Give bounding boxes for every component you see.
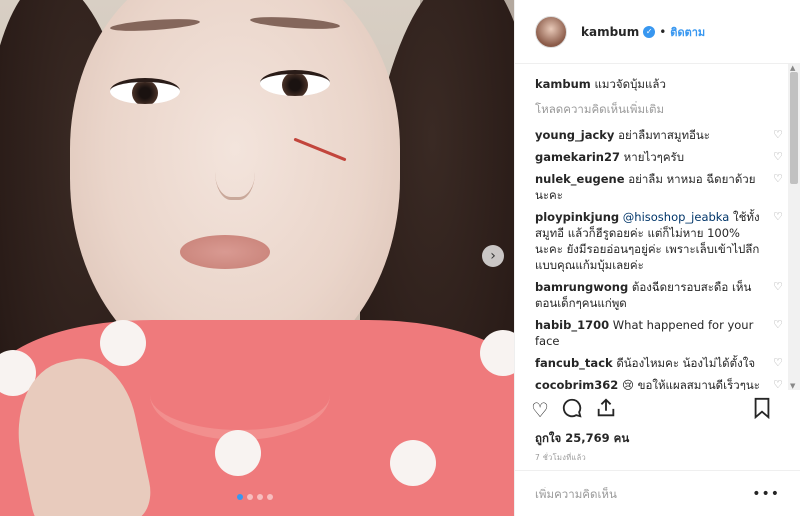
comment-item: gamekarin27 หายไวๆครับ ♡ <box>535 149 789 165</box>
add-comment-bar: ••• <box>515 470 800 516</box>
post-side-panel: kambum ✓ • ติดตาม kambum แมวจัดบุ้มแล้ว … <box>514 0 800 516</box>
crying-emoji-icon: 😢 <box>621 378 634 390</box>
photo-eye-right <box>260 70 330 96</box>
post-header: kambum ✓ • ติดตาม <box>515 0 800 64</box>
comment-text: อย่าลืมทาสมูทอีนะ <box>618 128 710 142</box>
comment-username[interactable]: nulek_eugene <box>535 172 625 186</box>
carousel-dot <box>257 494 263 500</box>
comment-icon[interactable] <box>561 397 583 424</box>
header-username[interactable]: kambum <box>581 25 639 39</box>
post-caption: kambum แมวจัดบุ้มแล้ว <box>535 76 789 93</box>
comments-list[interactable]: kambum แมวจัดบุ้มแล้ว โหลดความคิดเห็นเพิ… <box>515 64 789 390</box>
comment-item: nulek_eugene อย่าลืม หาหมอ ฉีดยาด้วยนะคะ… <box>535 171 789 203</box>
post-actions: ♡ <box>531 396 784 424</box>
post-photo: › <box>0 0 514 516</box>
comment-item: ploypinkjung @hisoshop_jeabka ใช้ทั้งสมู… <box>535 209 789 273</box>
heart-outline-icon[interactable]: ♡ <box>773 357 785 369</box>
heart-outline-icon[interactable]: ♡ <box>773 151 785 163</box>
comment-text: ดีน้องไหมคะ น้องไม่ได้ตั้งใจ <box>616 356 756 370</box>
heart-outline-icon[interactable]: ♡ <box>773 129 785 141</box>
photo-shirt-dot <box>215 430 261 476</box>
heart-outline-icon[interactable]: ♡ <box>773 281 785 293</box>
more-options-icon[interactable]: ••• <box>752 486 780 502</box>
like-heart-icon[interactable]: ♡ <box>531 398 549 422</box>
comment-item: young_jacky อย่าลืมทาสมูทอีนะ ♡ <box>535 127 789 143</box>
add-comment-input[interactable] <box>535 486 753 501</box>
comment-text: หายไวๆครับ <box>623 150 685 164</box>
comment-username[interactable]: cocobrim362 <box>535 378 618 390</box>
carousel-dot-active <box>237 494 243 500</box>
caption-text: แมวจัดบุ้มแล้ว <box>594 77 666 91</box>
photo-shirt-dot <box>100 320 146 366</box>
photo-collar <box>150 350 330 440</box>
heart-outline-icon[interactable]: ♡ <box>773 211 785 223</box>
share-icon[interactable] <box>595 397 617 424</box>
comment-username[interactable]: young_jacky <box>535 128 614 142</box>
photo-shirt-dot <box>390 440 436 486</box>
post-timestamp: 7 ชั่วโมงที่แล้ว <box>535 453 586 462</box>
comment-username[interactable]: ploypinkjung <box>535 210 619 224</box>
heart-outline-icon[interactable]: ♡ <box>773 379 785 391</box>
photo-eye-left <box>110 78 180 104</box>
photo-lips <box>180 235 270 269</box>
carousel-dot <box>267 494 273 500</box>
comment-mention-link[interactable]: @hisoshop_jeabka <box>623 210 730 224</box>
bookmark-icon[interactable] <box>752 397 772 424</box>
comment-username[interactable]: fancub_tack <box>535 356 613 370</box>
carousel-dot <box>247 494 253 500</box>
heart-outline-icon[interactable]: ♡ <box>773 319 785 331</box>
verified-badge-icon: ✓ <box>643 25 656 38</box>
caption-username[interactable]: kambum <box>535 77 591 91</box>
scrollbar-thumb[interactable] <box>790 72 798 184</box>
load-more-comments-link[interactable]: โหลดความคิดเห็นเพิ่มเติม <box>535 101 789 119</box>
comment-item: cocobrim362 😢 ขอให้แผลสมานดีเร็วๆนะคะคนส… <box>535 377 789 390</box>
likes-count[interactable]: ถูกใจ 25,769 คน <box>535 430 629 448</box>
header-separator: • <box>659 24 667 39</box>
comment-item: habib_1700 What happened for your face ♡ <box>535 317 789 349</box>
chevron-right-icon: › <box>490 248 496 264</box>
scroll-down-icon[interactable]: ▼ <box>790 382 795 390</box>
avatar[interactable] <box>535 15 567 48</box>
comment-username[interactable]: gamekarin27 <box>535 150 620 164</box>
comment-username[interactable]: habib_1700 <box>535 318 609 332</box>
scroll-up-icon[interactable]: ▲ <box>790 64 795 72</box>
comments-scrollbar[interactable]: ▲ ▼ <box>788 64 800 390</box>
heart-outline-icon[interactable]: ♡ <box>773 173 785 185</box>
follow-button[interactable]: ติดตาม <box>670 23 705 41</box>
comment-item: bamrungwong ต้องฉีดยารอบสะดือ เห็นตอนเด็… <box>535 279 789 311</box>
photo-nose <box>215 130 255 200</box>
next-photo-button[interactable]: › <box>482 245 504 267</box>
carousel-indicator <box>237 494 273 500</box>
comment-username[interactable]: bamrungwong <box>535 280 628 294</box>
comment-item: fancub_tack ดีน้องไหมคะ น้องไม่ได้ตั้งใจ… <box>535 355 789 371</box>
